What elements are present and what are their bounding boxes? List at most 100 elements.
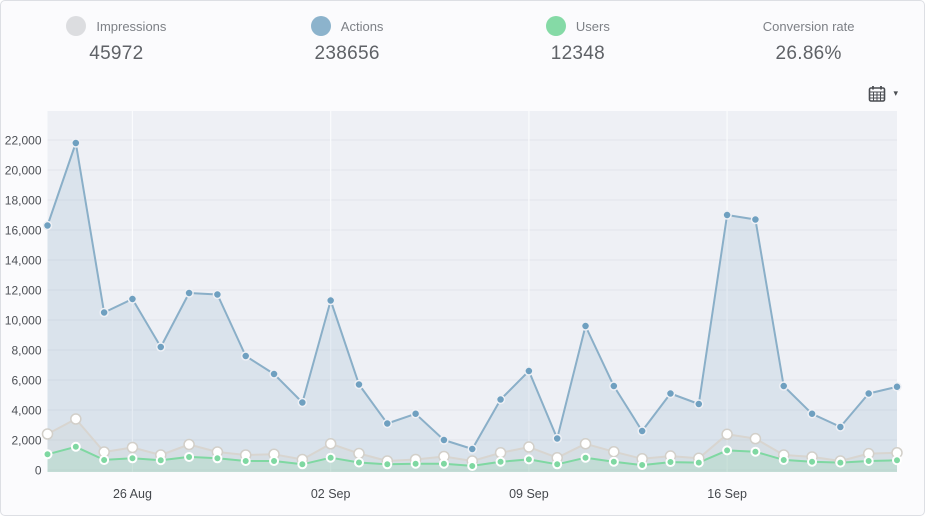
chevron-down-icon: ▾	[893, 88, 898, 98]
stat-label: Users	[575, 18, 610, 34]
users-data-point	[552, 459, 563, 470]
users-data-point	[863, 456, 874, 466]
actions-data-point	[71, 138, 81, 148]
x-axis-tick-label: 26 Aug	[113, 487, 152, 501]
stat-label: Impressions	[96, 18, 167, 34]
users-data-point	[269, 456, 280, 466]
users-data-point	[382, 459, 393, 470]
stat-label: Conversion rate	[762, 18, 855, 34]
users-data-point	[42, 449, 53, 460]
actions-data-point	[552, 433, 562, 444]
users-data-point	[438, 458, 449, 469]
users-data-point	[297, 459, 308, 470]
impressions-data-point	[183, 438, 195, 451]
actions-data-point	[212, 289, 223, 300]
actions-data-point	[892, 382, 902, 392]
actions-data-point	[156, 342, 166, 352]
y-axis-tick-label: 2,000	[11, 434, 41, 448]
users-legend-dot	[545, 16, 566, 36]
actions-data-point	[807, 409, 817, 419]
impressions-data-point	[70, 413, 82, 425]
users-data-point	[665, 457, 676, 468]
impressions-legend-dot	[66, 16, 87, 36]
impressions-data-point	[749, 432, 762, 445]
y-axis-tick-label: 14,000	[5, 254, 42, 268]
y-axis-tick-label: 22,000	[5, 134, 42, 148]
stat-value: 26.86%	[775, 43, 842, 64]
users-data-point	[750, 446, 761, 457]
stat-impressions: Impressions 45972	[1, 1, 232, 76]
actions-data-point	[580, 321, 591, 331]
stat-actions: Actions 238656	[232, 1, 463, 76]
actions-data-point	[637, 426, 647, 436]
analytics-card: Impressions 45972 Actions 238656 Users 1…	[0, 0, 925, 516]
actions-data-point	[354, 379, 364, 390]
users-data-point	[410, 458, 421, 469]
actions-data-point	[778, 381, 789, 391]
chart-canvas: 0 2,000 4,000 6,000 8,000 10,000 12,000 14,000 1…	[5, 111, 903, 501]
users-data-point	[70, 441, 81, 452]
actions-data-point	[325, 295, 336, 306]
traffic-chart: 0 2,000 4,000 6,000 8,000 10,000 12,000 14,000 1…	[1, 111, 924, 515]
users-data-point	[495, 456, 506, 467]
actions-data-point	[665, 388, 676, 399]
users-data-point	[467, 460, 478, 471]
actions-data-point	[42, 220, 53, 231]
actions-data-point	[835, 422, 846, 432]
stat-value: 238656	[314, 43, 380, 64]
y-axis-tick-label: 12,000	[5, 284, 42, 298]
users-data-point	[807, 456, 818, 467]
users-data-point	[353, 457, 364, 468]
actions-data-point	[524, 366, 534, 376]
users-data-point	[693, 457, 704, 468]
impressions-data-point	[523, 441, 535, 453]
actions-data-point	[410, 409, 421, 419]
actions-data-point	[722, 210, 732, 220]
actions-data-point	[269, 369, 279, 379]
stat-value: 12348	[550, 43, 606, 64]
actions-data-point	[184, 288, 194, 298]
actions-data-point	[240, 351, 251, 361]
impressions-data-point	[721, 428, 733, 441]
users-data-point	[184, 451, 195, 462]
y-axis-tick-label: 8,000	[11, 344, 41, 358]
impressions-data-point	[579, 438, 592, 450]
y-axis-tick-label: 10,000	[5, 314, 42, 328]
date-range-picker-button[interactable]: ▾	[866, 83, 900, 105]
impressions-data-point	[494, 447, 507, 459]
actions-data-point	[382, 418, 393, 429]
users-data-point	[155, 455, 166, 466]
users-data-point	[608, 456, 619, 467]
x-axis-tick-label: 02 Sep	[311, 487, 351, 501]
actions-data-point	[127, 294, 138, 304]
users-data-point	[325, 452, 336, 463]
impressions-data-point	[353, 447, 365, 460]
chart-toolbar: ▾	[1, 76, 924, 111]
users-data-point	[778, 454, 789, 465]
y-axis-tick-label: 16,000	[5, 224, 42, 238]
users-data-point	[637, 460, 648, 471]
users-data-point	[722, 445, 733, 456]
stats-header: Impressions 45972 Actions 238656 Users 1…	[1, 1, 924, 76]
calendar-icon	[868, 85, 886, 103]
stat-users: Users 12348	[463, 1, 694, 76]
actions-data-point	[439, 435, 449, 445]
users-data-point	[240, 456, 251, 466]
stat-conversion-rate: Conversion rate 26.86%	[693, 1, 924, 76]
actions-data-point	[297, 397, 308, 408]
actions-data-point	[750, 214, 761, 225]
actions-data-point	[609, 381, 619, 391]
actions-data-point	[863, 388, 874, 399]
impressions-data-point	[324, 438, 337, 450]
y-axis-tick-label: 4,000	[11, 404, 41, 418]
stat-label: Actions	[340, 18, 384, 34]
users-data-point	[580, 452, 591, 463]
actions-data-point	[495, 394, 506, 405]
users-data-point	[835, 457, 846, 468]
impressions-data-point	[126, 441, 139, 454]
x-axis-tick-label: 09 Sep	[509, 487, 549, 501]
users-data-point	[212, 453, 223, 464]
impressions-data-point	[608, 445, 620, 458]
y-axis-tick-label: 6,000	[11, 374, 41, 388]
users-data-point	[892, 455, 902, 466]
